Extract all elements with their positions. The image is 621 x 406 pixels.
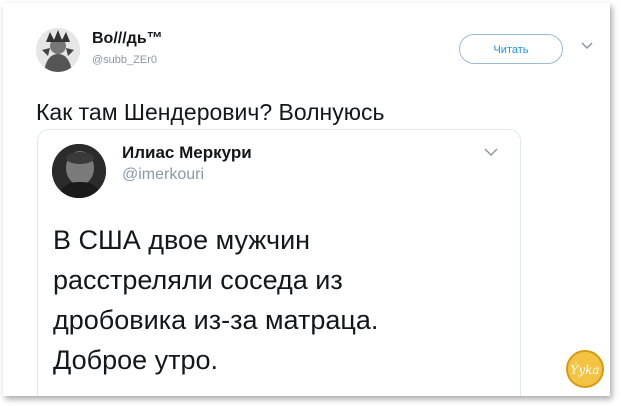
quoted-text-line: расстреляли соседа из <box>53 265 343 295</box>
chevron-down-icon[interactable] <box>580 41 594 51</box>
quoted-avatar[interactable] <box>52 144 106 198</box>
avatar-illustration-icon <box>36 28 80 72</box>
quoted-text-line: В США двое мужчин <box>53 225 311 255</box>
quoted-display-name[interactable]: Илиас Меркури <box>122 143 252 163</box>
quoted-text-line: Доброе утро. <box>53 345 219 375</box>
watermark-logo-icon: Ýyka <box>566 350 604 388</box>
quoted-user-handle[interactable]: @imerkouri <box>122 166 204 184</box>
avatar[interactable] <box>36 28 80 72</box>
quoted-tweet-text: В США двое мужчин расстреляли соседа из … <box>53 220 493 380</box>
watermark-text: Ýyka <box>570 362 599 377</box>
tweet-card: Во///дь™ @subb_ZEr0 Читать Как там Шенде… <box>3 3 610 396</box>
quoted-chevron-down-icon[interactable] <box>483 147 499 157</box>
follow-button[interactable]: Читать <box>459 34 563 64</box>
user-handle[interactable]: @subb_ZEr0 <box>92 54 157 66</box>
display-name[interactable]: Во///дь™ <box>92 30 163 48</box>
tweet-text: Как там Шендерович? Волнуюсь <box>36 99 385 125</box>
quoted-avatar-photo-icon <box>52 144 106 198</box>
quoted-text-line: дробовика из-за матраца. <box>53 305 379 335</box>
